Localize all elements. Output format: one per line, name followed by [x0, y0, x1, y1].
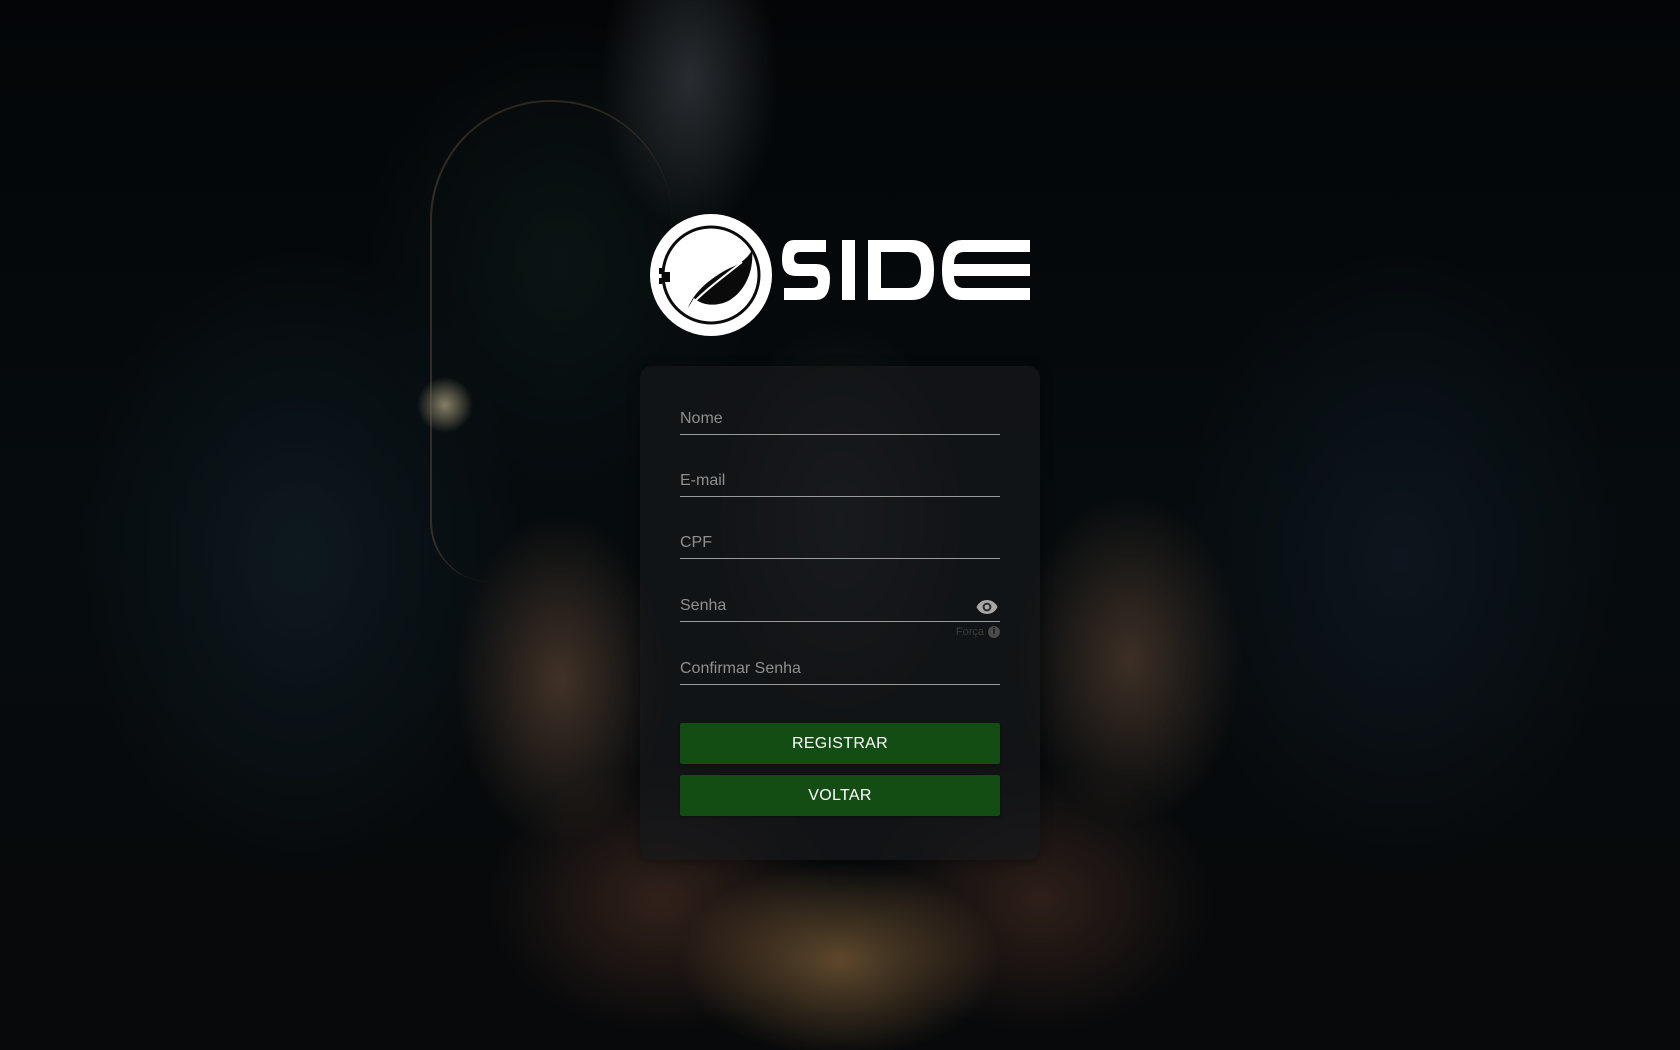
register-page: Força i REGISTRAR VOLTAR	[0, 0, 1680, 1050]
cpf-input[interactable]	[680, 528, 1000, 558]
email-field	[680, 462, 1000, 497]
info-icon[interactable]: i	[988, 626, 1000, 638]
password-strength: Força i	[956, 625, 1000, 639]
register-card: Força i REGISTRAR VOLTAR	[640, 366, 1040, 860]
brand-wordmark	[782, 240, 1030, 300]
confirm-password-field	[680, 650, 1000, 685]
register-button[interactable]: REGISTRAR	[680, 723, 1000, 764]
password-input[interactable]	[680, 591, 1000, 621]
brand-logo-graphic	[650, 214, 1030, 336]
password-strength-label: Força	[955, 626, 984, 638]
confirm-password-input[interactable]	[680, 654, 1000, 684]
back-button[interactable]: VOLTAR	[680, 775, 1000, 816]
name-input[interactable]	[680, 404, 1000, 434]
eye-icon[interactable]	[976, 599, 998, 615]
password-field: Força i	[680, 587, 1000, 638]
cpf-field	[680, 524, 1000, 559]
email-input[interactable]	[680, 466, 1000, 496]
leaf-plug-icon	[650, 214, 772, 336]
brand-logo	[650, 212, 1032, 338]
name-field	[680, 400, 1000, 435]
